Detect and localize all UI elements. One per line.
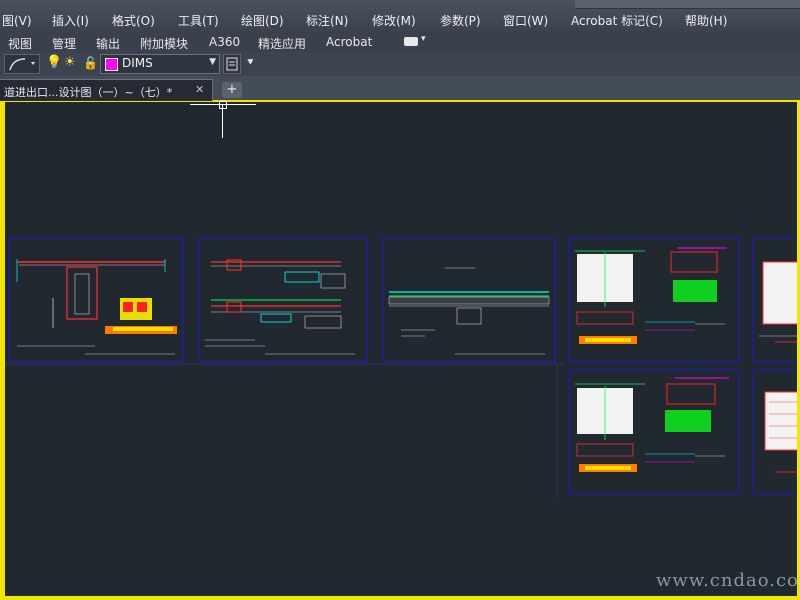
arc-line-icon — [9, 58, 35, 71]
drawing-sheets — [5, 237, 797, 498]
tab-featured-apps[interactable]: 精选应用 — [258, 35, 306, 52]
drawing-canvas[interactable] — [5, 102, 797, 596]
tab-a360[interactable]: A360 — [209, 35, 240, 49]
menu-insert[interactable]: 插入(I) — [52, 12, 89, 29]
document-tab-bar: 道进出口...设计图（一）~（七）* ✕ + — [0, 76, 800, 101]
menu-view[interactable]: 图(V) — [2, 12, 32, 29]
sun-icon[interactable]: ☀ — [64, 55, 76, 71]
drawing-sheet-4 — [568, 237, 740, 363]
tab-output[interactable]: 输出 — [96, 35, 120, 52]
menu-window[interactable]: 窗口(W) — [503, 12, 548, 29]
drawing-sheet-6 — [568, 369, 740, 495]
drawing-sheet-2 — [198, 237, 368, 363]
layer-toolbar: 💡 ☀ 🔓 DIMS ▼ ⯆ — [0, 52, 800, 77]
close-icon[interactable]: ✕ — [195, 83, 204, 96]
polyline-tool-button[interactable] — [4, 54, 40, 74]
menu-acrobat-markup[interactable]: Acrobat 标记(C) — [571, 12, 663, 29]
menu-modify[interactable]: 修改(M) — [372, 12, 416, 29]
menu-format[interactable]: 格式(O) — [112, 12, 155, 29]
lock-icon[interactable]: 🔓 — [83, 55, 98, 71]
layer-properties-button[interactable] — [223, 54, 241, 74]
drawing-sheet-7-partial — [752, 369, 797, 495]
customize-dropdown-icon[interactable]: ⯆ — [246, 55, 255, 71]
chevron-down-icon: ▼ — [209, 57, 216, 67]
tab-addins[interactable]: 附加模块 — [140, 35, 188, 52]
chevron-down-icon[interactable]: ▾ — [421, 34, 426, 44]
layer-color-swatch — [105, 58, 118, 71]
menu-bar: 图(V) 插入(I) 格式(O) 工具(T) 绘图(D) 标注(N) 修改(M)… — [0, 0, 800, 33]
menu-parameter[interactable]: 参数(P) — [440, 12, 481, 29]
drawing-sheet-3 — [382, 237, 556, 363]
ribbon-tabs: 视图 管理 输出 附加模块 A360 精选应用 Acrobat ▾ — [0, 32, 800, 53]
watermark-text: www.cndao.com — [656, 570, 800, 591]
layer-dropdown[interactable]: DIMS ▼ — [100, 54, 220, 74]
tab-acrobat[interactable]: Acrobat — [326, 35, 372, 49]
video-camera-icon[interactable] — [404, 37, 418, 46]
layer-stack-icon — [226, 57, 238, 71]
menu-tools[interactable]: 工具(T) — [178, 12, 219, 29]
document-tab-active[interactable]: 道进出口...设计图（一）~（七）* ✕ — [0, 79, 213, 101]
menu-dimension[interactable]: 标注(N) — [306, 12, 348, 29]
drawing-sheet-5-partial — [752, 237, 797, 363]
title-bar-fragment — [575, 0, 800, 9]
new-tab-button[interactable]: + — [222, 82, 242, 98]
crosshair-vertical — [222, 104, 223, 138]
tab-manage[interactable]: 管理 — [52, 35, 76, 52]
lightbulb-icon[interactable]: 💡 — [46, 55, 62, 71]
document-tab-label: 道进出口...设计图（一）~（七）* — [4, 86, 173, 99]
tab-view[interactable]: 视图 — [8, 35, 32, 52]
crosshair-pickbox — [219, 101, 227, 109]
drawing-sheet-1 — [8, 237, 184, 363]
menu-draw[interactable]: 绘图(D) — [241, 12, 284, 29]
menu-help[interactable]: 帮助(H) — [685, 12, 727, 29]
layer-name: DIMS — [122, 56, 153, 70]
